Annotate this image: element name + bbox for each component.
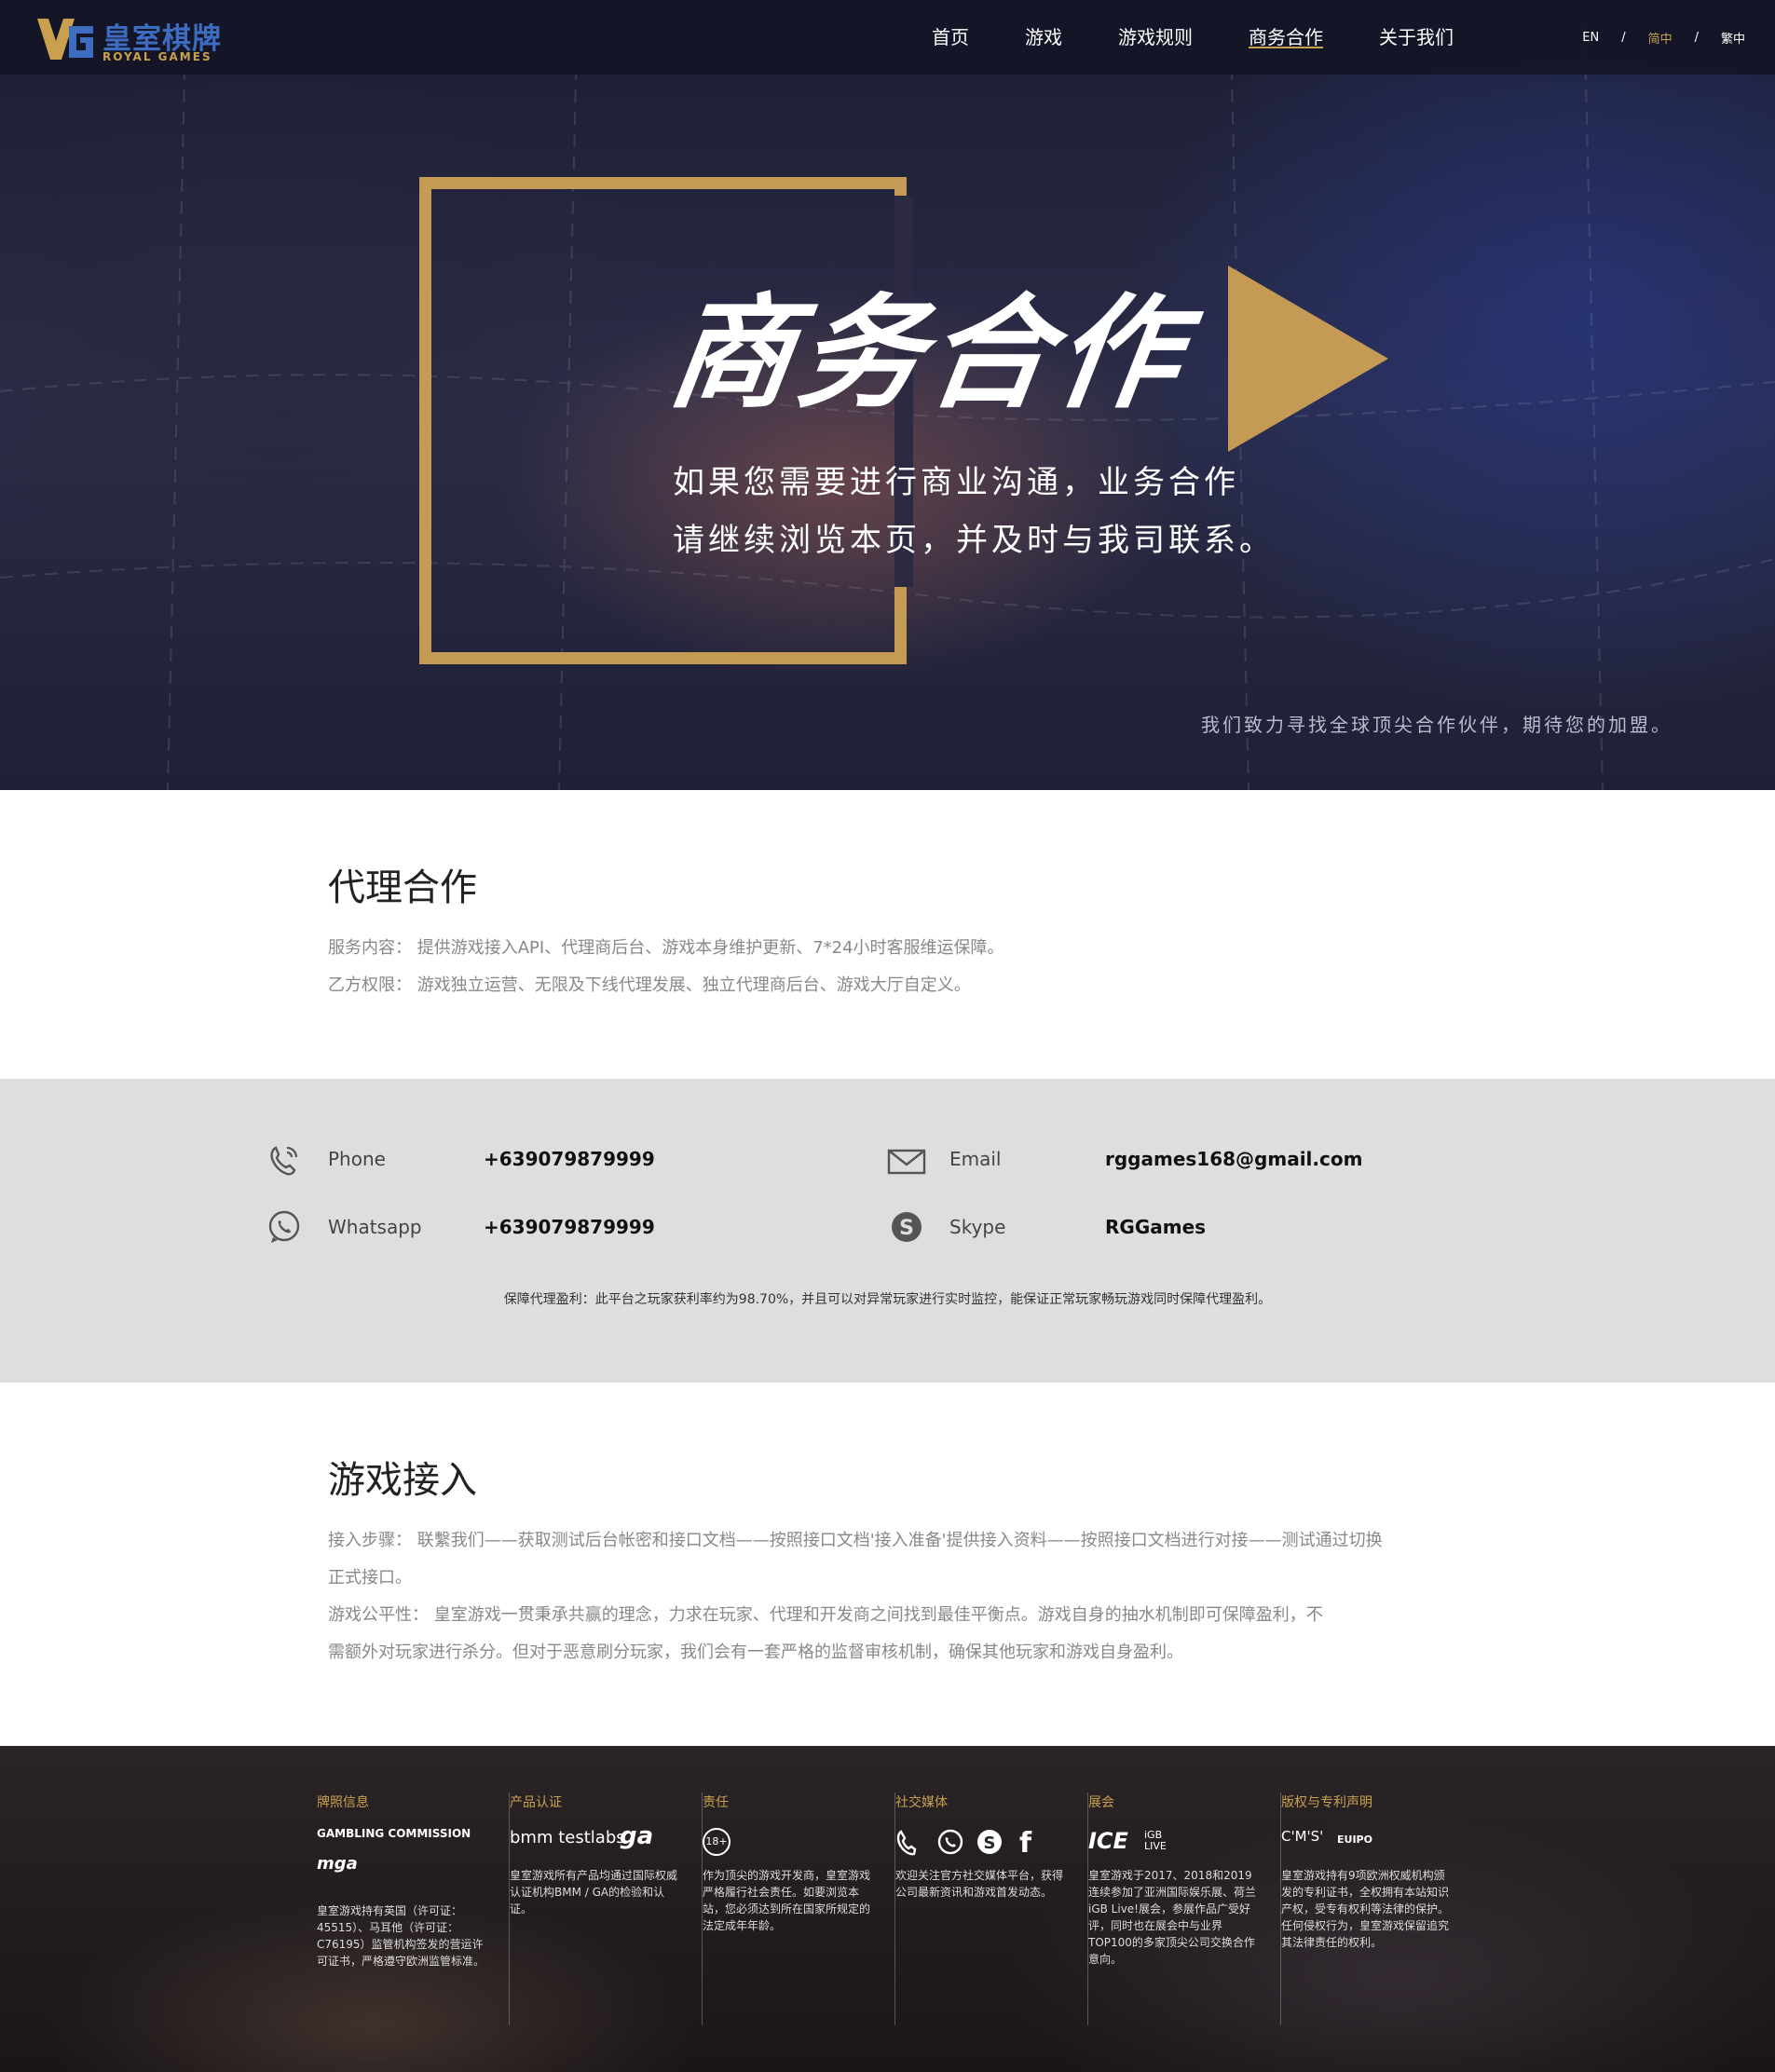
phone-label: Phone <box>328 1148 386 1170</box>
email-icon <box>887 1149 926 1175</box>
euipo-logo: EUIPO <box>1337 1833 1372 1846</box>
logo[interactable]: 皇室棋牌 ROYAL GAMES <box>35 13 231 65</box>
age-18-icon: 18+ <box>703 1828 730 1856</box>
footer-head: 版权与专利声明 <box>1281 1795 1372 1810</box>
logo-en-text: ROYAL GAMES <box>102 50 212 63</box>
agency-title: 代理合作 <box>328 866 477 909</box>
footer-body: 作为顶尖的游戏开发商，皇室游戏严格履行社会责任。如要浏览本站，您必须达到所在国家… <box>703 1869 871 1932</box>
footer-body: 皇室游戏于2017、2018和2019连续参加了亚洲国际娱乐展、荷兰iGB Li… <box>1088 1869 1257 1966</box>
contact-section: Phone +639079879999 Email rggames168@gma… <box>0 1079 1775 1383</box>
nav-about[interactable]: 关于我们 <box>1379 0 1454 75</box>
footer-col-cert: 产品认证 bmm testlabs ga 皇室游戏所有产品均通过国际权威认证机构… <box>510 1793 703 2025</box>
phone-value[interactable]: +639079879999 <box>484 1148 655 1170</box>
facebook-icon[interactable]: f <box>1019 1828 1032 1858</box>
lang-zh-hant[interactable]: 繁中 <box>1721 29 1745 47</box>
language-switcher: EN / 简中 / 繁中 <box>1571 0 1756 75</box>
footer-col-social: 社交媒体 S f 欢迎关注官方社交媒体平台，获得公司最新资讯和游戏首发动态。 <box>895 1793 1088 2025</box>
igb-live-logo: iGB LIVE <box>1144 1829 1167 1852</box>
agency-rights: 乙方权限： 游戏独立运营、无限及下线代理发展、独立代理商后台、游戏大厅自定义。 <box>328 975 971 995</box>
nav-home[interactable]: 首页 <box>932 0 969 75</box>
mga-logo: mga <box>317 1854 358 1874</box>
hero-line-1: 如果您需要进行商业沟通，业务合作 <box>673 464 1239 501</box>
phone-icon[interactable] <box>896 1830 917 1856</box>
nav-game-rules[interactable]: 游戏规则 <box>1118 0 1193 75</box>
footer-head: 社交媒体 <box>895 1795 948 1810</box>
svg-text:S: S <box>984 1833 996 1853</box>
footer-body: 皇室游戏所有产品均通过国际权威认证机构BMM / GA的检验和认证。 <box>510 1869 678 1915</box>
integration-steps: 接入步骤： 联繫我们——获取测试后台帐密和接口文档——按照接口文档'接入准备'提… <box>328 1531 1383 1550</box>
lang-zh-hans[interactable]: 简中 <box>1648 29 1673 47</box>
lang-en[interactable]: EN <box>1582 31 1599 45</box>
ice-logo: ICE <box>1088 1828 1128 1854</box>
phone-icon <box>270 1146 298 1176</box>
rg-logo-icon <box>37 19 93 60</box>
integration-fairness-cont: 需额外对玩家进行杀分。但对于恶意刷分玩家，我们会有一套严格的监督审核机制，确保其… <box>328 1643 1183 1662</box>
bmm-logo: bmm testlabs <box>510 1828 625 1847</box>
gold-arrow-shape <box>1228 266 1388 452</box>
footer-head: 牌照信息 <box>317 1795 369 1810</box>
footer-body: 皇室游戏持有英国（许可证：45515）、马耳他（许可证：C76195）监管机构签… <box>317 1904 485 1968</box>
whatsapp-label: Whatsapp <box>328 1216 422 1238</box>
footer: 牌照信息 GAMBLING COMMISSION mga 皇室游戏持有英国（许可… <box>0 1746 1775 2072</box>
main-nav: 首页 游戏 游戏规则 商务合作 关于我们 <box>932 0 1509 75</box>
skype-icon: S <box>892 1212 922 1242</box>
agency-service: 服务内容： 提供游戏接入API、代理商后台、游戏本身维护更新、7*24小时客服维… <box>328 938 1004 958</box>
footer-body: 欢迎关注官方社交媒体平台，获得公司最新资讯和游戏首发动态。 <box>895 1869 1064 1899</box>
footer-head: 责任 <box>703 1795 729 1810</box>
svg-text:S: S <box>899 1217 914 1240</box>
footer-head: 展会 <box>1088 1795 1114 1810</box>
top-header: 皇室棋牌 ROYAL GAMES 首页 游戏 游戏规则 商务合作 关于我们 EN… <box>0 0 1775 75</box>
footer-col-responsibility: 责任 18+ 作为顶尖的游戏开发商，皇室游戏严格履行社会责任。如要浏览本站，您必… <box>703 1793 895 2025</box>
hero-line-2: 请继续浏览本页，并及时与我司联系。 <box>673 522 1275 559</box>
gambling-commission-logo: GAMBLING COMMISSION <box>317 1827 471 1840</box>
footer-head: 产品认证 <box>510 1795 562 1810</box>
hero-title: 商务合作 <box>661 282 1195 426</box>
footer-col-exhibition: 展会 ICE iGB LIVE 皇室游戏于2017、2018和2019连续参加了… <box>1088 1793 1281 2025</box>
hero-subtitle: 我们致力寻找全球顶尖合作伙伴，期待您的加盟。 <box>1201 714 1673 736</box>
cms-logo: C'M'S' <box>1281 1828 1324 1845</box>
nav-games[interactable]: 游戏 <box>1025 0 1062 75</box>
email-value[interactable]: rggames168@gmail.com <box>1105 1148 1362 1170</box>
integration-steps-cont: 正式接口。 <box>328 1568 412 1588</box>
email-label: Email <box>949 1148 1002 1170</box>
footer-body: 皇室游戏持有9项欧洲权威机构颁发的专利证书，全权拥有本站知识产权，受专有权利等法… <box>1281 1869 1450 1949</box>
hero-banner: 商务合作 如果您需要进行商业沟通，业务合作 请继续浏览本页，并及时与我司联系。 … <box>0 0 1775 790</box>
whatsapp-icon <box>268 1210 300 1243</box>
integration-fairness: 游戏公平性： 皇室游戏一贯秉承共赢的理念，力求在玩家、代理和开发商之间找到最佳平… <box>328 1605 1323 1625</box>
social-icons: S f <box>896 1828 1032 1858</box>
svg-text:f: f <box>1019 1828 1032 1858</box>
whatsapp-value[interactable]: +639079879999 <box>484 1216 655 1238</box>
agency-profit-note: 保障代理盈利：此平台之玩家获利率约为98.70%，并且可以对异常玩家进行实时监控… <box>503 1292 1272 1307</box>
skype-icon[interactable]: S <box>977 1830 1002 1854</box>
nav-business[interactable]: 商务合作 <box>1249 0 1323 75</box>
footer-col-copyright: 版权与专利声明 C'M'S' EUIPO 皇室游戏持有9项欧洲权威机构颁发的专利… <box>1281 1793 1474 2025</box>
skype-value[interactable]: RGGames <box>1105 1216 1206 1238</box>
lang-sep-1: / <box>1621 30 1626 45</box>
skype-label: Skype <box>949 1216 1006 1238</box>
lang-sep-2: / <box>1694 30 1699 45</box>
ga-logo: ga <box>620 1822 654 1850</box>
integration-title: 游戏接入 <box>328 1459 477 1502</box>
footer-col-license: 牌照信息 GAMBLING COMMISSION mga 皇室游戏持有英国（许可… <box>317 1793 510 2025</box>
whatsapp-icon[interactable] <box>937 1829 963 1855</box>
